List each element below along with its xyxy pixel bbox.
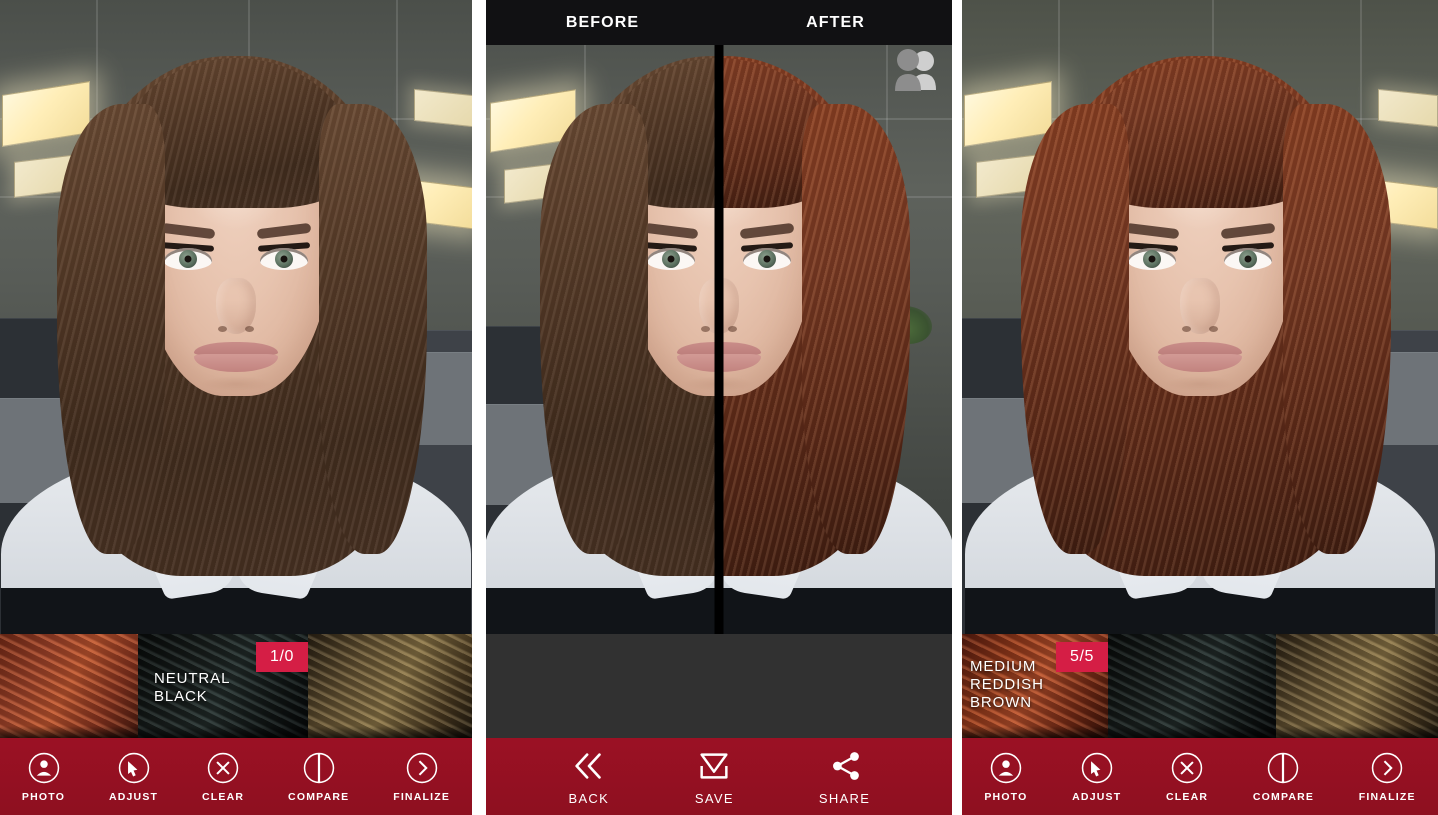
- color-swatch-carousel[interactable]: MEDIUM REDDISH BROWN 5/5: [962, 634, 1438, 738]
- split-circle-icon: [302, 751, 336, 785]
- swatch-item[interactable]: [1108, 634, 1276, 738]
- before-after-header: BEFORE AFTER: [486, 0, 952, 45]
- compare-preview[interactable]: BEFORE AFTER: [486, 0, 952, 634]
- compare-button[interactable]: COMPARE: [288, 751, 349, 803]
- save-button[interactable]: SAVE: [693, 747, 735, 806]
- close-circle-icon: [1170, 751, 1204, 785]
- clear-button[interactable]: CLEAR: [202, 751, 244, 803]
- swatch-item[interactable]: [0, 634, 138, 738]
- photo-preview-before[interactable]: [0, 0, 472, 634]
- photo-button[interactable]: PHOTO: [22, 751, 65, 803]
- clear-button-label: CLEAR: [202, 791, 244, 803]
- before-half: [486, 0, 719, 634]
- swatch-name: MEDIUM REDDISH BROWN: [970, 658, 1044, 712]
- swatch-item[interactable]: [1276, 634, 1438, 738]
- chevron-right-circle-icon: [1370, 751, 1404, 785]
- editor-toolbar: PHOTO ADJUST CLEAR: [0, 738, 472, 815]
- clear-button[interactable]: CLEAR: [1166, 751, 1208, 803]
- panel-gap-right: [958, 0, 962, 815]
- swatch-thumbnail: [1276, 634, 1438, 738]
- screen-compare: BEFORE AFTER: [480, 0, 958, 815]
- split-circle-icon: [1266, 751, 1300, 785]
- editor-toolbar: PHOTO ADJUST CLEAR: [962, 738, 1438, 815]
- finalize-button-label: FINALIZE: [393, 791, 450, 803]
- save-download-tray-icon: [693, 747, 735, 785]
- adjust-button-label: ADJUST: [1072, 791, 1121, 803]
- share-button-label: SHARE: [819, 791, 870, 806]
- photo-preview-after[interactable]: [962, 0, 1438, 634]
- subject-photo: [21, 34, 451, 634]
- subject-photo: [985, 34, 1415, 634]
- back-button-label: BACK: [568, 791, 609, 806]
- person-circle-icon: [989, 751, 1023, 785]
- two-heads-silhouette-icon: [886, 46, 942, 94]
- compare-bottom-filler: [480, 634, 958, 738]
- screen-editor-after: MEDIUM REDDISH BROWN 5/5 PHOTO: [962, 0, 1438, 815]
- before-label: BEFORE: [486, 0, 719, 45]
- chevron-right-circle-icon: [405, 751, 439, 785]
- photo-button-label: PHOTO: [22, 791, 65, 803]
- three-screenshot-strip: NEUTRAL BLACK 1/0 PHOTO: [0, 0, 1438, 815]
- compare-button-label: COMPARE: [1253, 791, 1314, 803]
- swatch-shade-badge: 5/5: [1056, 642, 1108, 672]
- share-nodes-icon: [824, 747, 866, 785]
- back-button[interactable]: BACK: [568, 747, 610, 806]
- photo-button[interactable]: PHOTO: [984, 751, 1027, 803]
- swatch-item-selected[interactable]: MEDIUM REDDISH BROWN 5/5: [962, 634, 1108, 738]
- hand-pointer-circle-icon: [117, 751, 151, 785]
- compare-button[interactable]: COMPARE: [1253, 751, 1314, 803]
- photo-button-label: PHOTO: [984, 791, 1027, 803]
- swatch-thumbnail: [308, 634, 472, 738]
- swatch-item[interactable]: [308, 634, 472, 738]
- swatch-thumbnail: [0, 634, 138, 738]
- panel-gap-left: [472, 0, 480, 815]
- adjust-button[interactable]: ADJUST: [109, 751, 158, 803]
- hand-pointer-circle-icon: [1080, 751, 1114, 785]
- compare-button-label: COMPARE: [288, 791, 349, 803]
- adjust-button-label: ADJUST: [109, 791, 158, 803]
- screen-editor-before: NEUTRAL BLACK 1/0 PHOTO: [0, 0, 472, 815]
- swatch-name: NEUTRAL BLACK: [154, 670, 230, 706]
- two-heads-silhouette-button[interactable]: [886, 46, 942, 94]
- swatch-item-selected[interactable]: NEUTRAL BLACK 1/0: [138, 634, 308, 738]
- swatch-shade-badge: 1/0: [256, 642, 308, 672]
- person-circle-icon: [27, 751, 61, 785]
- color-swatch-carousel[interactable]: NEUTRAL BLACK 1/0: [0, 634, 472, 738]
- after-half: [719, 0, 952, 634]
- adjust-button[interactable]: ADJUST: [1072, 751, 1121, 803]
- before-after-divider[interactable]: [715, 45, 724, 634]
- finalize-button[interactable]: FINALIZE: [1359, 751, 1416, 803]
- clear-button-label: CLEAR: [1166, 791, 1208, 803]
- compare-toolbar: BACK SAVE SHARE: [480, 738, 958, 815]
- share-button[interactable]: SHARE: [819, 747, 870, 806]
- double-chevron-left-icon: [568, 747, 610, 785]
- finalize-button[interactable]: FINALIZE: [393, 751, 450, 803]
- close-circle-icon: [206, 751, 240, 785]
- after-label: AFTER: [719, 0, 952, 45]
- save-button-label: SAVE: [695, 791, 734, 806]
- finalize-button-label: FINALIZE: [1359, 791, 1416, 803]
- frame-edge-left: [480, 0, 486, 815]
- swatch-thumbnail: [1108, 634, 1276, 738]
